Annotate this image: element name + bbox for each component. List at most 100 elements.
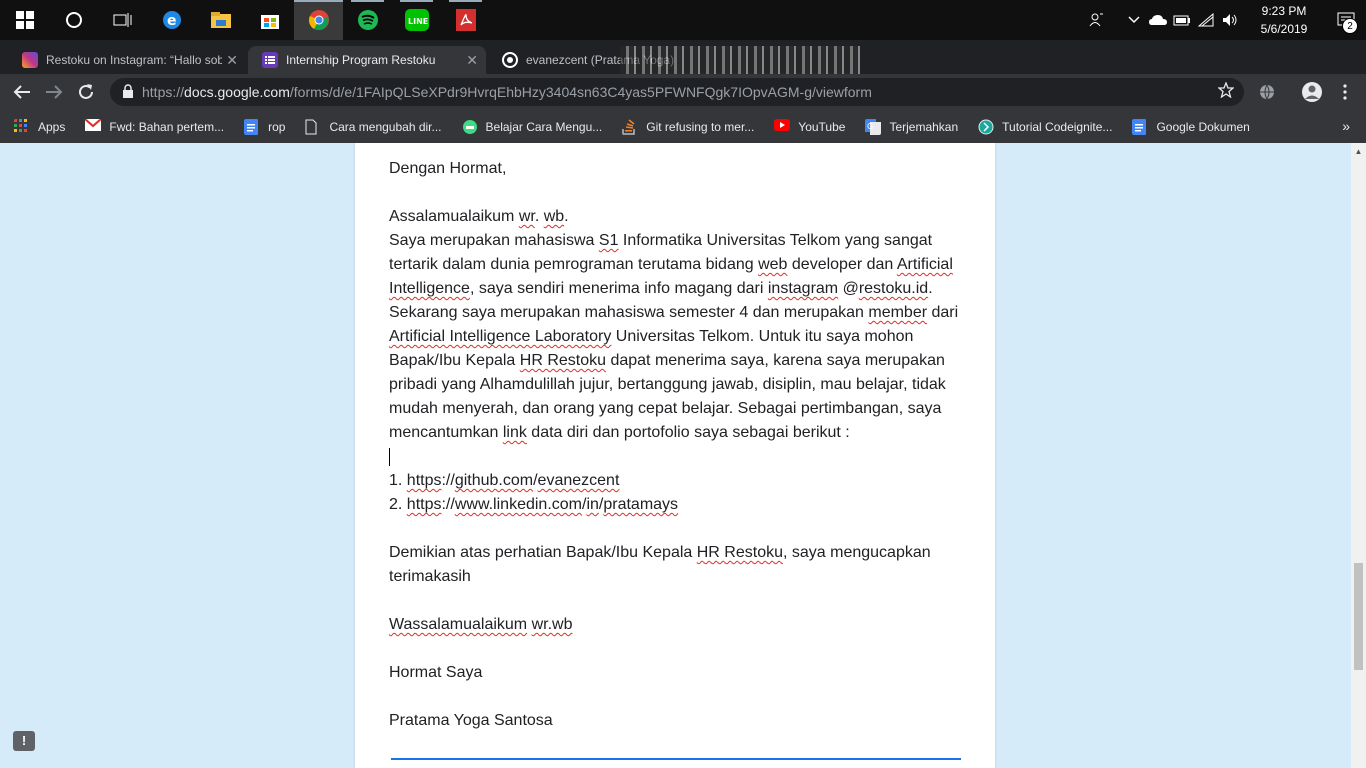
file-explorer-icon[interactable] xyxy=(196,0,245,40)
tab-github[interactable]: evanezcent (Pratama Yoga) xyxy=(488,46,868,78)
reload-icon[interactable] xyxy=(74,80,98,104)
people-icon[interactable] xyxy=(1084,0,1108,40)
chevron-up-icon[interactable] xyxy=(1122,0,1146,40)
tab-instagram[interactable]: Restoku on Instagram: “Hallo sob ✕ xyxy=(8,46,246,74)
browser-tab-strip: Restoku on Instagram: “Hallo sob ✕ Inter… xyxy=(0,40,1366,101)
bookmarks-bar: Apps Fwd: Bahan pertem... rop Cara mengu… xyxy=(0,110,1366,143)
text-caret-line xyxy=(389,445,963,469)
svg-text:G: G xyxy=(867,122,873,131)
bookmark-cara-mengubah[interactable]: Cara mengubah dir... xyxy=(305,119,442,135)
bookmark-label: YouTube xyxy=(798,119,846,134)
bookmarks-overflow-chevron-icon[interactable]: » xyxy=(1342,118,1350,134)
android-icon xyxy=(462,119,477,134)
system-tray: 9:23 PM 5/6/2019 2 xyxy=(1084,0,1366,40)
bookmark-label: Fwd: Bahan pertem... xyxy=(109,119,225,134)
link-github: 1. https://github.com/evanezcent xyxy=(389,472,620,489)
close-tab-icon[interactable]: ✕ xyxy=(466,52,478,69)
microsoft-store-icon[interactable] xyxy=(245,0,294,40)
windows-taskbar: e LINE 9:23 PM 5/6/2019 2 xyxy=(0,0,1366,40)
browser-toolbar: https://docs.google.com/forms/d/e/1FAIpQ… xyxy=(0,74,1366,110)
address-bar[interactable]: https://docs.google.com/forms/d/e/1FAIpQ… xyxy=(110,78,1244,106)
task-view-icon[interactable] xyxy=(98,0,147,40)
form-page: Dengan Hormat, Assalamualaikum wr. wb. S… xyxy=(0,143,1351,768)
report-feedback-icon[interactable]: ! xyxy=(13,731,35,751)
bookmark-youtube[interactable]: YouTube xyxy=(774,118,846,135)
instagram-icon xyxy=(22,52,38,68)
svg-text:LINE: LINE xyxy=(408,17,428,26)
clock-time: 9:23 PM xyxy=(1261,4,1307,18)
letter-greeting: Dengan Hormat, xyxy=(389,160,507,177)
stackoverflow-icon xyxy=(622,118,635,135)
form-card: Dengan Hormat, Assalamualaikum wr. wb. S… xyxy=(355,143,995,768)
svg-text:e: e xyxy=(167,13,177,29)
chrome-taskbar-icon[interactable] xyxy=(294,0,343,40)
bookmark-git-refusing[interactable]: Git refusing to mer... xyxy=(622,118,755,135)
notification-count-badge: 2 xyxy=(1342,18,1358,34)
windows-start-icon[interactable] xyxy=(0,0,49,40)
bookmark-gmail[interactable]: Fwd: Bahan pertem... xyxy=(85,118,225,135)
action-center-icon[interactable]: 2 xyxy=(1326,0,1366,40)
letter-signature-name: Pratama Yoga Santosa xyxy=(389,712,553,729)
acrobat-reader-icon[interactable] xyxy=(441,0,490,40)
line-icon[interactable]: LINE xyxy=(392,0,441,40)
profile-avatar-icon[interactable] xyxy=(1300,80,1324,104)
chrome-menu-icon[interactable] xyxy=(1333,80,1357,104)
bookmark-terjemahkan[interactable]: G Terjemahkan xyxy=(865,118,959,135)
bookmark-label: Git refusing to mer... xyxy=(646,119,755,134)
bookmark-label: Belajar Cara Mengu... xyxy=(485,119,603,134)
tab-title: Internship Program Restoku xyxy=(286,53,436,67)
github-icon xyxy=(502,52,518,68)
url-text: https://docs.google.com/forms/d/e/1FAIpQ… xyxy=(142,84,872,100)
extension-globe-icon[interactable] xyxy=(1255,80,1279,104)
lock-icon[interactable] xyxy=(122,84,136,100)
spotify-icon[interactable] xyxy=(343,0,392,40)
edge-icon[interactable]: e xyxy=(147,0,196,40)
onedrive-cloud-icon[interactable] xyxy=(1146,0,1170,40)
bookmark-google-dokumen[interactable]: Google Dokumen xyxy=(1132,118,1250,135)
page-scrollbar[interactable]: ▲ xyxy=(1351,143,1366,768)
back-arrow-icon[interactable] xyxy=(10,80,34,104)
google-docs-icon xyxy=(1132,118,1147,135)
youtube-icon xyxy=(774,118,791,131)
cover-letter-textarea[interactable]: Dengan Hormat, Assalamualaikum wr. wb. S… xyxy=(389,157,963,733)
bookmark-label: Cara mengubah dir... xyxy=(329,119,442,134)
bookmark-star-icon[interactable] xyxy=(1217,81,1235,103)
bookmark-label: rop xyxy=(268,119,286,134)
text-caret xyxy=(389,447,390,466)
bookmark-apps[interactable]: Apps xyxy=(14,118,66,135)
letter-wassalam: Wassalamualaikum wr.wb xyxy=(389,616,573,633)
bookmark-label: Terjemahkan xyxy=(889,119,959,134)
taskbar-clock[interactable]: 9:23 PM 5/6/2019 xyxy=(1242,2,1326,38)
letter-salam: Assalamualaikum wr. wb. xyxy=(389,208,569,225)
google-forms-icon xyxy=(262,52,278,68)
bookmark-label: Apps xyxy=(38,119,66,134)
tab-title: Restoku on Instagram: “Hallo sob xyxy=(46,53,222,67)
url-scheme: https:// xyxy=(142,84,185,100)
letter-signoff: Hormat Saya xyxy=(389,664,483,681)
google-docs-icon xyxy=(244,118,259,135)
scrollbar-thumb[interactable] xyxy=(1354,563,1363,670)
cortana-icon[interactable] xyxy=(49,0,98,40)
wifi-icon[interactable] xyxy=(1194,0,1218,40)
tab-internship-form[interactable]: Internship Program Restoku ✕ xyxy=(248,46,486,74)
battery-icon[interactable] xyxy=(1170,0,1194,40)
bookmark-codeigniter[interactable]: Tutorial Codeignite... xyxy=(978,119,1112,135)
apps-grid-icon xyxy=(14,118,27,132)
textarea-focus-underline xyxy=(391,758,961,760)
bookmark-rop[interactable]: rop xyxy=(244,118,286,135)
codeigniter-icon xyxy=(978,119,994,134)
letter-closing: Demikian atas perhatian Bapak/Ibu Kepala… xyxy=(389,544,931,585)
url-path: /forms/d/e/1FAIpQLSeXPdr9HvrqEhbHzy3404s… xyxy=(289,84,872,100)
letter-body: Saya merupakan mahasiswa S1 Informatika … xyxy=(389,232,959,441)
scroll-up-arrow-icon[interactable]: ▲ xyxy=(1351,147,1366,156)
bookmark-label: Google Dokumen xyxy=(1156,119,1250,134)
close-tab-icon[interactable]: ✕ xyxy=(226,52,238,69)
google-translate-icon: G xyxy=(865,118,882,135)
clock-date: 5/6/2019 xyxy=(1260,22,1308,36)
volume-icon[interactable] xyxy=(1218,0,1242,40)
link-linkedin: 2. https://www.linkedin.com/in/pratamays xyxy=(389,496,679,513)
bookmark-belajar[interactable]: Belajar Cara Mengu... xyxy=(462,119,603,135)
forward-arrow-icon[interactable] xyxy=(42,80,66,104)
url-host: docs.google.com xyxy=(184,84,290,100)
bookmark-label: Tutorial Codeignite... xyxy=(1002,119,1113,134)
